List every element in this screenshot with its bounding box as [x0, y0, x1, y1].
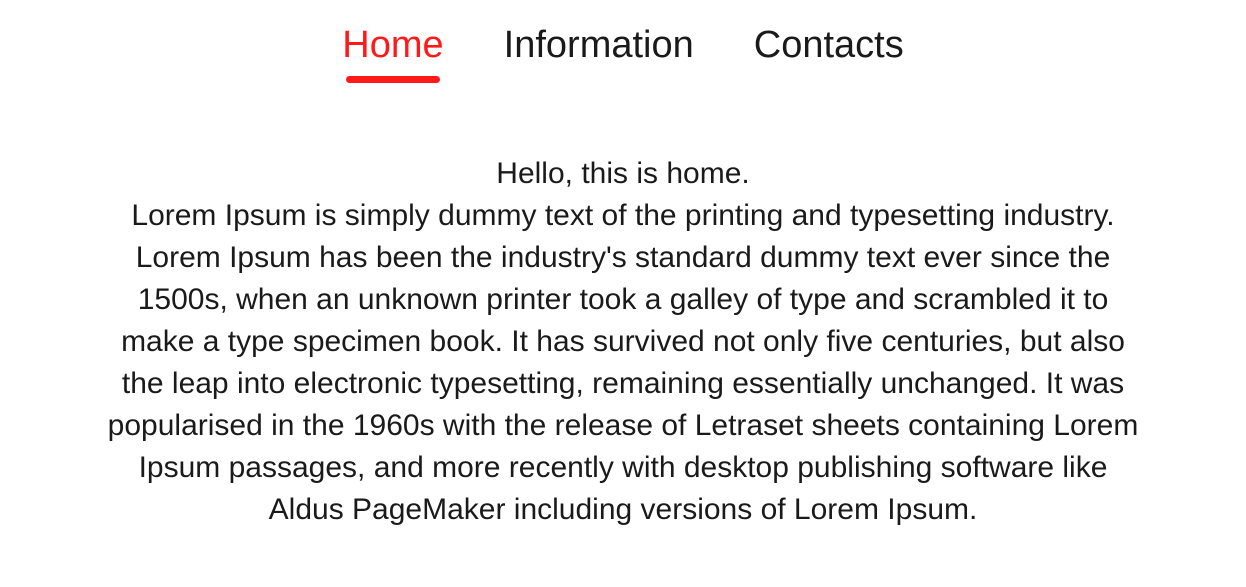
nav-tab-label: Contacts — [754, 24, 904, 66]
nav-tab-information[interactable]: Information — [504, 24, 694, 83]
content-area: Hello, this is home. Lorem Ipsum is simp… — [63, 93, 1183, 531]
nav-tab-home[interactable]: Home — [342, 24, 443, 83]
nav-tab-label: Home — [342, 24, 443, 66]
content-greeting: Hello, this is home. — [103, 153, 1143, 195]
nav-tab-contacts[interactable]: Contacts — [754, 24, 904, 83]
nav-tabs: Home Information Contacts — [0, 0, 1246, 93]
content-body: Lorem Ipsum is simply dummy text of the … — [103, 195, 1143, 531]
nav-tab-label: Information — [504, 24, 694, 66]
